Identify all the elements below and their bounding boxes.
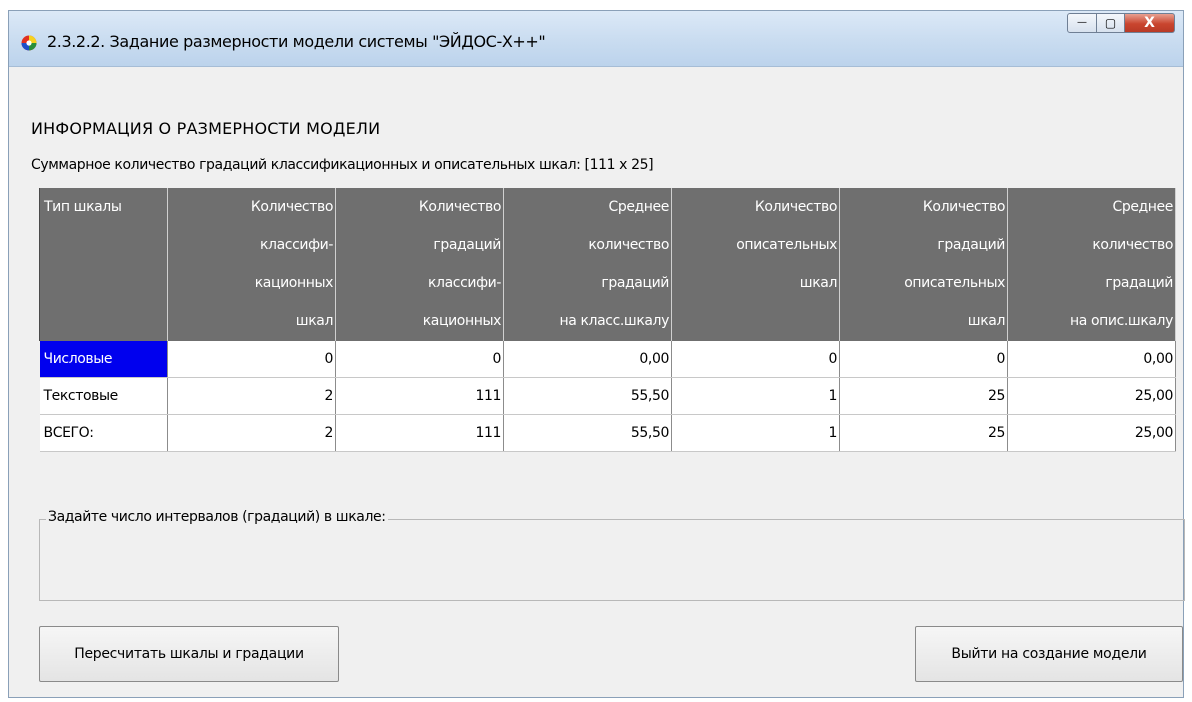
header-desc-scales-count[interactable]: Количество описательных шкал — [671, 188, 840, 341]
table-cell[interactable]: 1 — [671, 377, 840, 415]
table-cell[interactable]: 2 — [167, 377, 336, 415]
table-row[interactable]: Текстовые 2 111 55,50 1 25 25,00 — [39, 377, 1176, 415]
table-cell[interactable]: 111 — [335, 414, 504, 452]
table-cell[interactable]: 25,00 — [1007, 414, 1176, 452]
table-cell[interactable]: 0 — [167, 341, 336, 378]
table-cell[interactable]: 0,00 — [503, 341, 672, 378]
recalculate-button[interactable]: Пересчитать шкалы и градации — [39, 626, 339, 682]
table-cell[interactable]: 0 — [839, 341, 1008, 378]
table-cell[interactable]: 25 — [839, 377, 1008, 415]
maximize-icon: ▢ — [1104, 16, 1117, 30]
header-class-scales-count[interactable]: Количество классифи- кационных шкал — [167, 188, 336, 341]
app-icon — [21, 35, 37, 51]
window-title: 2.3.2.2. Задание размерности модели сист… — [47, 32, 546, 51]
table-cell[interactable]: 0 — [671, 341, 840, 378]
header-scale-type[interactable]: Тип шкалы — [39, 188, 168, 341]
table-cell[interactable]: 25,00 — [1007, 377, 1176, 415]
header-avg-desc-gradations[interactable]: Среднее количество градаций на опис.шкал… — [1007, 188, 1176, 341]
table-cell[interactable]: 111 — [335, 377, 504, 415]
cell-scale-type[interactable]: Текстовые — [39, 377, 168, 415]
table-header-row: Тип шкалы Количество классифи- кационных… — [39, 188, 1176, 341]
table-cell[interactable]: 2 — [167, 414, 336, 452]
intervals-groupbox: Задайте число интервалов (градаций) в шк… — [39, 509, 1185, 601]
table-cell[interactable]: 55,50 — [503, 414, 672, 452]
table-cell[interactable]: 25 — [839, 414, 1008, 452]
close-icon: X — [1144, 15, 1155, 31]
dialog-window: 2.3.2.2. Задание размерности модели сист… — [8, 10, 1185, 698]
table-cell[interactable]: 1 — [671, 414, 840, 452]
section-heading: ИНФОРМАЦИЯ О РАЗМЕРНОСТИ МОДЕЛИ — [31, 119, 381, 138]
close-button[interactable]: X — [1125, 13, 1175, 33]
cell-scale-type[interactable]: Числовые — [39, 341, 168, 378]
dimension-table: Тип шкалы Количество классифи- кационных… — [39, 188, 1176, 452]
header-desc-gradations-count[interactable]: Количество градаций описательных шкал — [839, 188, 1008, 341]
summary-text: Суммарное количество градаций классифика… — [31, 157, 654, 173]
table-cell[interactable]: 55,50 — [503, 377, 672, 415]
header-avg-class-gradations[interactable]: Среднее количество градаций на класс.шка… — [503, 188, 672, 341]
maximize-button[interactable]: ▢ — [1097, 13, 1125, 33]
table-cell[interactable]: 0 — [335, 341, 504, 378]
table-row[interactable]: ВСЕГО: 2 111 55,50 1 25 25,00 — [39, 414, 1176, 452]
exit-to-model-button[interactable]: Выйти на создание модели — [915, 626, 1183, 682]
groupbox-label: Задайте число интервалов (градаций) в шк… — [46, 509, 388, 525]
header-class-gradations-count[interactable]: Количество градаций классифи- кационных — [335, 188, 504, 341]
table-cell[interactable]: 0,00 — [1007, 341, 1176, 378]
cell-scale-type[interactable]: ВСЕГО: — [39, 414, 168, 452]
minimize-icon: — — [1077, 17, 1087, 28]
minimize-button[interactable]: — — [1067, 13, 1097, 33]
table-row[interactable]: Числовые 0 0 0,00 0 0 0,00 — [39, 341, 1176, 378]
title-bar[interactable]: 2.3.2.2. Задание размерности модели сист… — [9, 11, 1183, 67]
